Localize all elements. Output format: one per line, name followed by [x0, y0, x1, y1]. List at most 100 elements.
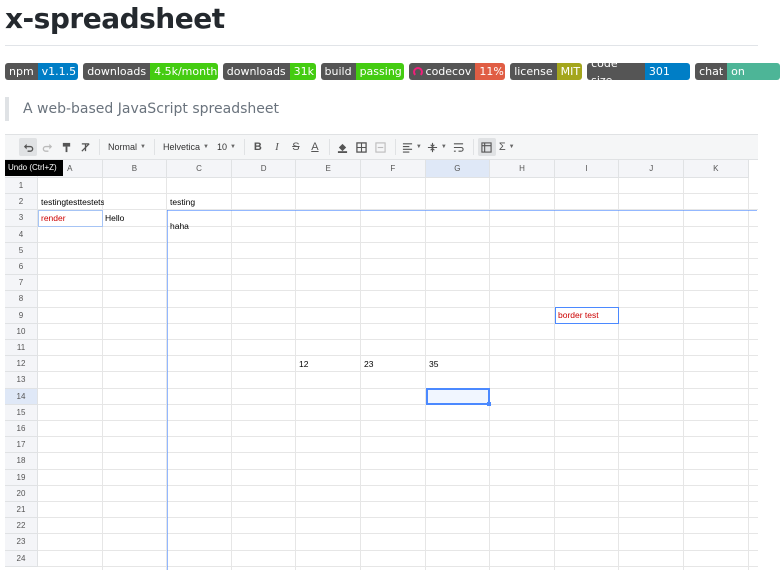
- row-header-8[interactable]: 8: [5, 291, 38, 308]
- paint-format-icon[interactable]: [57, 138, 75, 156]
- badge-value: on gitter: [727, 63, 780, 80]
- badge-label: downloads: [83, 63, 151, 80]
- undo-tooltip: Undo (Ctrl+Z): [5, 160, 63, 176]
- column-header-d[interactable]: D: [231, 160, 297, 178]
- grid-row-line: [38, 387, 758, 389]
- page-title: x-spreadsheet: [5, 2, 225, 35]
- text-color-icon[interactable]: A: [306, 138, 324, 156]
- toolbar: Normal ▼ Helvetica ▼ 10 ▼ B I S A ▼ ▼ Σ …: [5, 135, 758, 160]
- redo-icon[interactable]: [38, 138, 56, 156]
- chevron-down-icon: ▼: [140, 144, 146, 150]
- row-header-22[interactable]: 22: [5, 518, 38, 535]
- grid-column-line: [360, 178, 361, 570]
- grid-row-line: [38, 371, 758, 373]
- row-header-2[interactable]: 2: [5, 194, 38, 211]
- chat-badge[interactable]: chat on gitter: [695, 63, 780, 80]
- cell-b3[interactable]: Hello: [102, 211, 166, 225]
- italic-icon[interactable]: I: [268, 138, 286, 156]
- column-header-c[interactable]: C: [167, 160, 232, 178]
- bold-icon[interactable]: B: [249, 138, 267, 156]
- codecov-badge[interactable]: codecov 11%: [408, 63, 506, 80]
- cell-c2[interactable]: testing: [167, 195, 231, 209]
- badge-label: license: [510, 63, 557, 80]
- column-header-e[interactable]: E: [296, 160, 361, 178]
- grid-row-line: [38, 533, 758, 535]
- row-header-12[interactable]: 12: [5, 356, 38, 373]
- spreadsheet: Normal ▼ Helvetica ▼ 10 ▼ B I S A ▼ ▼ Σ …: [5, 134, 758, 570]
- font-dropdown[interactable]: Helvetica ▼: [159, 142, 213, 152]
- valign-icon[interactable]: ▼: [425, 138, 449, 156]
- grid-row-line: [38, 241, 758, 243]
- badge-value: 11%: [475, 63, 506, 80]
- row-header-1[interactable]: 1: [5, 178, 38, 195]
- cell-e12[interactable]: 12: [296, 357, 360, 371]
- column-header-k[interactable]: K: [684, 160, 749, 178]
- row-header-20[interactable]: 20: [5, 485, 38, 502]
- clear-format-icon[interactable]: [76, 138, 94, 156]
- grid-column-line: [295, 178, 297, 570]
- row-header-23[interactable]: 23: [5, 534, 38, 551]
- freeze-icon[interactable]: [477, 138, 496, 156]
- font-size-label: 10: [216, 142, 227, 152]
- cell-i9[interactable]: border test: [555, 308, 619, 322]
- grid-column-line: [553, 178, 555, 570]
- selected-cell-g14[interactable]: [426, 388, 491, 406]
- row-header-15[interactable]: 15: [5, 404, 38, 421]
- row-header-11[interactable]: 11: [5, 340, 38, 357]
- undo-icon[interactable]: [19, 138, 37, 156]
- npm-badge[interactable]: npm v1.1.5: [5, 63, 79, 80]
- textwrap-icon[interactable]: [450, 138, 468, 156]
- row-header-21[interactable]: 21: [5, 502, 38, 519]
- code-size-badge[interactable]: code size 301 kB: [587, 63, 691, 80]
- badge-label: npm: [5, 63, 38, 80]
- format-dropdown[interactable]: Normal ▼: [104, 142, 150, 152]
- row-header-16[interactable]: 16: [5, 421, 38, 438]
- format-label: Normal: [108, 142, 138, 152]
- column-header-g[interactable]: G: [425, 160, 491, 178]
- cell-a2[interactable]: testingtesttestetst: [38, 195, 104, 209]
- merge-icon[interactable]: [372, 138, 390, 156]
- downloads-month-badge[interactable]: downloads 4.5k/month: [83, 63, 218, 80]
- row-header-7[interactable]: 7: [5, 275, 38, 292]
- cell-c3[interactable]: haha: [167, 219, 231, 233]
- row-header-5[interactable]: 5: [5, 242, 38, 259]
- row-header-24[interactable]: 24: [5, 550, 38, 567]
- cell-f12[interactable]: 23: [361, 357, 425, 371]
- column-header-h[interactable]: H: [490, 160, 555, 178]
- build-badge[interactable]: build passing: [320, 63, 404, 80]
- chevron-down-icon: ▼: [415, 144, 422, 150]
- badge-label: codecov: [425, 65, 472, 78]
- row-header-18[interactable]: 18: [5, 453, 38, 470]
- column-header-f[interactable]: F: [361, 160, 426, 178]
- row-header-3[interactable]: 3: [5, 210, 38, 227]
- row-header-9[interactable]: 9: [5, 307, 38, 324]
- cell-a3[interactable]: render: [38, 211, 102, 225]
- badge-value: 4.5k/month: [150, 63, 218, 80]
- row-header-4[interactable]: 4: [5, 226, 38, 243]
- fill-color-icon[interactable]: [334, 138, 352, 156]
- row-header-13[interactable]: 13: [5, 372, 38, 389]
- row-header-19[interactable]: 19: [5, 469, 38, 486]
- column-header-b[interactable]: B: [102, 160, 168, 178]
- downloads-total-badge[interactable]: downloads 31k: [222, 63, 316, 80]
- cell-g12[interactable]: 35: [426, 357, 490, 371]
- strikethrough-icon[interactable]: S: [287, 138, 305, 156]
- license-badge[interactable]: license MIT: [510, 63, 583, 80]
- row-header-6[interactable]: 6: [5, 259, 38, 276]
- autofill-handle[interactable]: [487, 402, 491, 406]
- column-header-j[interactable]: J: [619, 160, 684, 178]
- badge-value: 301 kB: [644, 63, 691, 80]
- grid-row-line: [38, 339, 758, 340]
- align-icon[interactable]: ▼: [400, 138, 424, 156]
- formula-icon[interactable]: Σ ▼: [497, 138, 517, 156]
- row-header-14[interactable]: 14: [5, 388, 38, 405]
- sheet-grid[interactable]: ABCDEFGHIJK 1 2 3 4 5 6 7 8 9 10 11 12 13 14 15 16 17 18 1…: [5, 160, 758, 570]
- row-header-17[interactable]: 17: [5, 437, 38, 454]
- column-header-i[interactable]: I: [554, 160, 620, 178]
- borders-icon[interactable]: [353, 138, 371, 156]
- grid-column-line: [101, 178, 103, 570]
- badge-value: MIT: [556, 63, 583, 80]
- grid-column-line: [618, 178, 620, 570]
- row-header-10[interactable]: 10: [5, 323, 38, 340]
- font-size-dropdown[interactable]: 10 ▼: [213, 142, 240, 152]
